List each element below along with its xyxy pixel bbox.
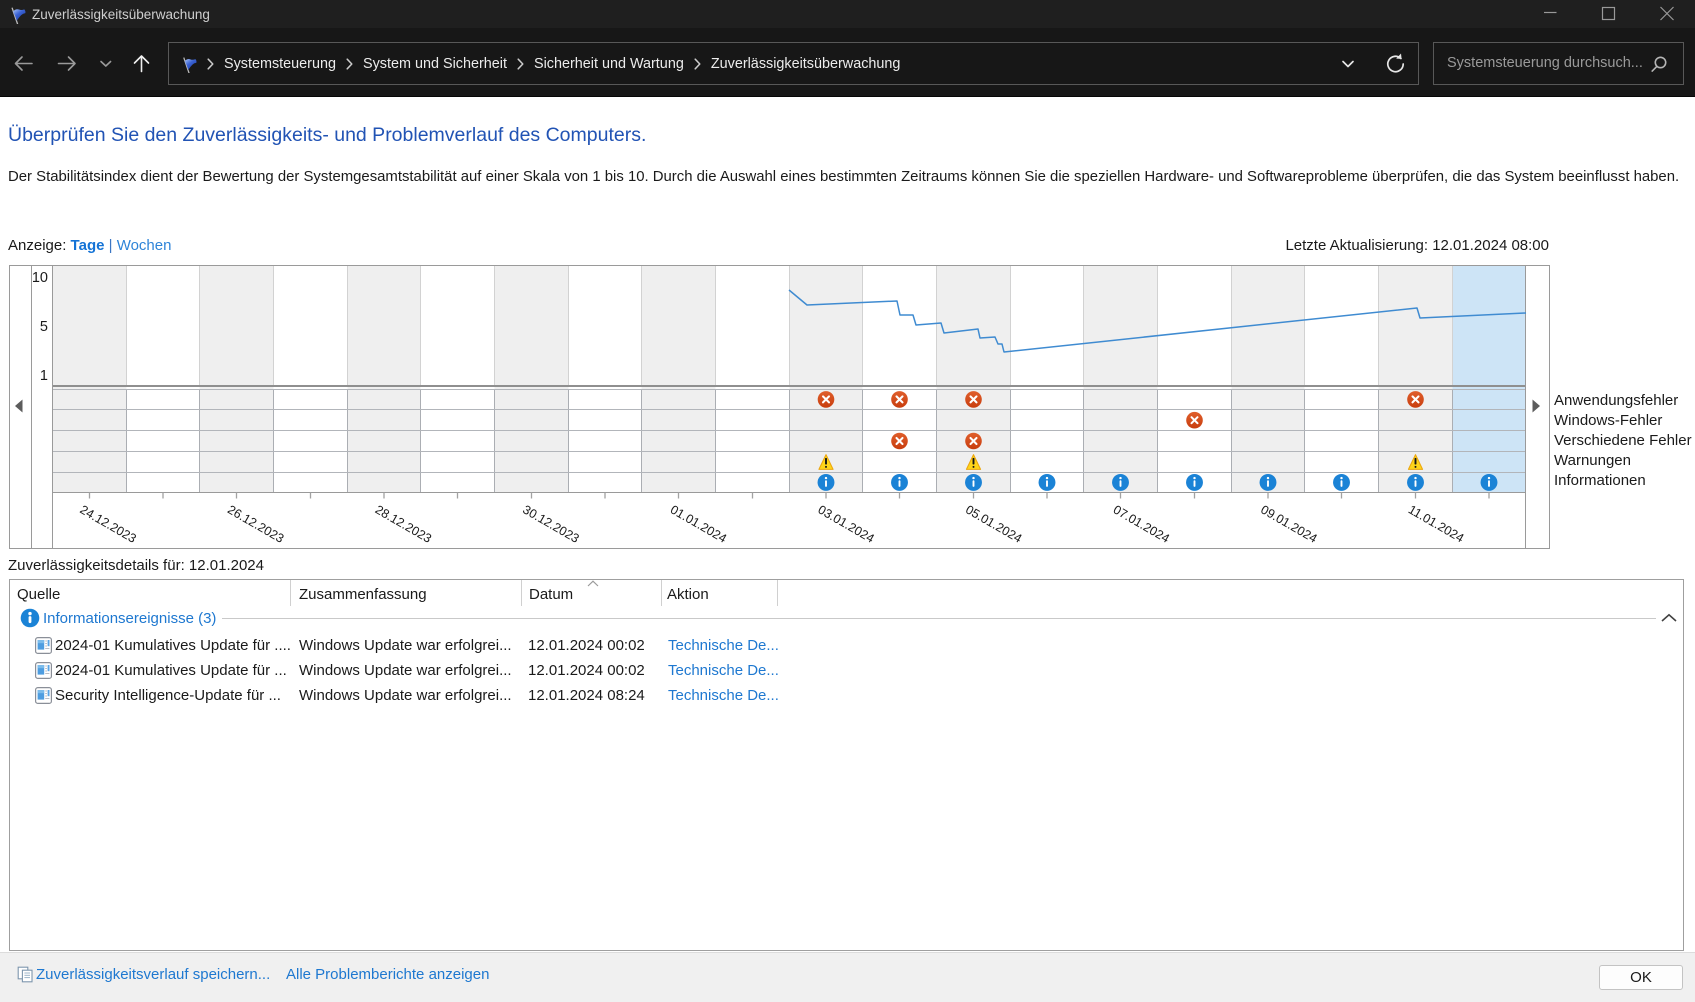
svg-text:07.01.2024: 07.01.2024 xyxy=(1111,502,1172,545)
svg-text:26.12.2023: 26.12.2023 xyxy=(225,502,286,545)
svg-text:1: 1 xyxy=(40,368,48,384)
svg-text:01.01.2024: 01.01.2024 xyxy=(668,502,729,545)
svg-text:05.01.2024: 05.01.2024 xyxy=(963,502,1024,545)
svg-text:03.01.2024: 03.01.2024 xyxy=(816,502,877,545)
svg-text:09.01.2024: 09.01.2024 xyxy=(1258,502,1319,545)
svg-text:28.12.2023: 28.12.2023 xyxy=(373,502,434,545)
svg-text:10: 10 xyxy=(32,270,48,286)
svg-text:24.12.2023: 24.12.2023 xyxy=(78,502,139,545)
svg-text:5: 5 xyxy=(40,319,48,335)
svg-text:30.12.2023: 30.12.2023 xyxy=(520,502,581,545)
svg-text:11.01.2024: 11.01.2024 xyxy=(1406,502,1466,545)
